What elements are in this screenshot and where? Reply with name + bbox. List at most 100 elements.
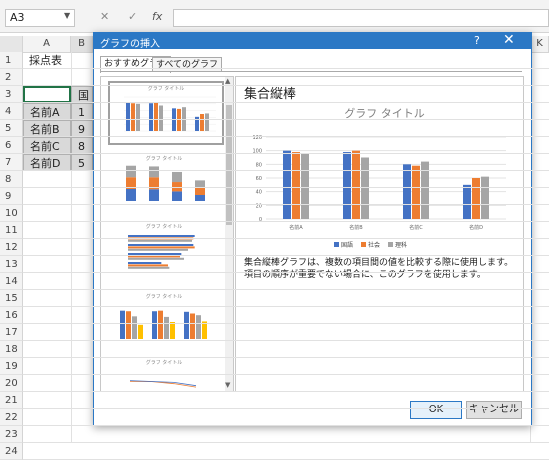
- row-header-11[interactable]: 11: [0, 222, 23, 239]
- thumb-bar: [149, 189, 159, 201]
- column-header-k[interactable]: K: [530, 36, 549, 52]
- select-all-corner[interactable]: [0, 36, 23, 52]
- thumb-bar: [138, 324, 143, 339]
- cell-b4[interactable]: 1: [71, 103, 93, 120]
- gridline: [23, 119, 549, 120]
- thumb-bar: [195, 187, 205, 195]
- thumb-bar: [128, 239, 192, 242]
- scrollbar-thumb[interactable]: [226, 105, 232, 225]
- row-header-17[interactable]: 17: [0, 324, 23, 341]
- row-header-23[interactable]: 23: [0, 426, 23, 443]
- cell-b5[interactable]: 9: [71, 120, 93, 137]
- row-header-20[interactable]: 20: [0, 375, 23, 392]
- y-tick-label: 60: [256, 176, 262, 182]
- row-header-14[interactable]: 14: [0, 273, 23, 290]
- tab-all-charts[interactable]: すべてのグラフ: [152, 57, 223, 72]
- help-button[interactable]: ?: [474, 34, 480, 47]
- chart-title: グラフ タイトル: [344, 106, 425, 120]
- gridline: [23, 221, 549, 222]
- column-header-b[interactable]: B: [71, 36, 93, 52]
- column-header-a[interactable]: A: [23, 36, 71, 52]
- bar-理科-名前B: [361, 157, 369, 219]
- row-header-2[interactable]: 2: [0, 69, 23, 86]
- thumb-bar: [172, 191, 182, 201]
- row-header-1[interactable]: 1: [0, 52, 23, 69]
- row-header-10[interactable]: 10: [0, 205, 23, 222]
- thumb-bar: [158, 310, 163, 339]
- thumb-bar: [195, 195, 205, 201]
- cancel-entry-icon[interactable]: ✕: [100, 10, 109, 23]
- row-header-8[interactable]: 8: [0, 171, 23, 188]
- row-header-22[interactable]: 22: [0, 409, 23, 426]
- cell-a4[interactable]: 名前A: [23, 103, 71, 120]
- row-header-12[interactable]: 12: [0, 239, 23, 256]
- thumb-bar: [126, 189, 136, 201]
- row-header-13[interactable]: 13: [0, 256, 23, 273]
- preview-chart: グラフ タイトル020406080100120名前A 名前B 名前C 名前D国語 社会理…: [252, 106, 506, 249]
- gridline: [23, 204, 549, 205]
- thumb-bar: [164, 316, 169, 339]
- row-header-21[interactable]: 21: [0, 392, 23, 409]
- thumb-line: [129, 380, 197, 387]
- cell-a6[interactable]: 名前C: [23, 137, 71, 154]
- cancel-button[interactable]: キャンセル: [466, 401, 522, 419]
- row-header-7[interactable]: 7: [0, 154, 23, 171]
- thumb-column-by-category[interactable]: グラフ タイトル: [108, 291, 220, 351]
- bar-国語-名前A: [283, 150, 291, 219]
- confirm-entry-icon[interactable]: ✓: [128, 10, 137, 23]
- thumb-bar: [128, 264, 168, 267]
- gridline: [23, 153, 549, 154]
- row-header-4[interactable]: 4: [0, 103, 23, 120]
- gridline: [23, 238, 549, 239]
- scroll-up-icon[interactable]: ▲: [225, 77, 230, 85]
- bar-社会-名前C: [412, 165, 420, 219]
- row-header-19[interactable]: 19: [0, 358, 23, 375]
- cell-b3[interactable]: 国: [71, 86, 93, 103]
- cell-a1[interactable]: 採点表: [23, 52, 71, 69]
- thumb-bar: [128, 244, 194, 246]
- x-tick-label: 名前B: [349, 224, 363, 231]
- chevron-down-icon[interactable]: ▼: [64, 11, 70, 20]
- thumb-bar: [202, 321, 207, 339]
- cell-b7[interactable]: 5: [71, 154, 93, 171]
- bar-社会-名前A: [292, 152, 300, 219]
- chart-thumbnail-list[interactable]: グラフ タイトル グラフ タイトル グラフ タイトル グラフ タイトル グラフ …: [100, 76, 234, 392]
- gridline: [23, 306, 549, 307]
- row-header-5[interactable]: 5: [0, 120, 23, 137]
- gridline: [23, 272, 549, 273]
- legend-swatch-社会: [361, 242, 366, 247]
- thumb-clustered-column-chart: [124, 96, 216, 132]
- close-icon[interactable]: ✕: [503, 32, 515, 48]
- row-header-9[interactable]: 9: [0, 188, 23, 205]
- thumb-bar: [190, 313, 195, 339]
- x-tick-label: 名前C: [409, 224, 423, 231]
- dialog-titlebar[interactable]: グラフの挿入 ? ✕: [94, 32, 531, 50]
- tab-divider: [100, 71, 522, 72]
- row-header-15[interactable]: 15: [0, 290, 23, 307]
- thumb-bar: [205, 113, 209, 131]
- thumb-bar: [126, 102, 130, 131]
- row-header-3[interactable]: 3: [0, 86, 23, 103]
- cell-a3-selected[interactable]: [23, 86, 71, 103]
- row-header-18[interactable]: 18: [0, 341, 23, 358]
- ok-button[interactable]: OK: [410, 401, 462, 419]
- row-header-16[interactable]: 16: [0, 307, 23, 324]
- row-header-24[interactable]: 24: [0, 443, 23, 460]
- thumb-bar: [149, 166, 159, 178]
- gridline: [23, 187, 549, 188]
- thumb-bar: [131, 103, 135, 131]
- y-tick-label: 80: [256, 162, 262, 168]
- cell-a7[interactable]: 名前D: [23, 154, 71, 171]
- bar-国語-名前B: [343, 152, 351, 219]
- scroll-down-icon[interactable]: ▼: [225, 381, 230, 389]
- gridline: [23, 136, 549, 137]
- cell-a5[interactable]: 名前B: [23, 120, 71, 137]
- legend-label: 国語: [341, 241, 353, 249]
- insert-function-icon[interactable]: fx: [152, 10, 162, 23]
- row-header-6[interactable]: 6: [0, 137, 23, 154]
- thumb-bar: [128, 246, 195, 249]
- cell-b6[interactable]: 8: [71, 137, 93, 154]
- thumb-bar: [200, 114, 204, 131]
- thumb-bar: [128, 235, 195, 237]
- formula-input[interactable]: [173, 9, 549, 27]
